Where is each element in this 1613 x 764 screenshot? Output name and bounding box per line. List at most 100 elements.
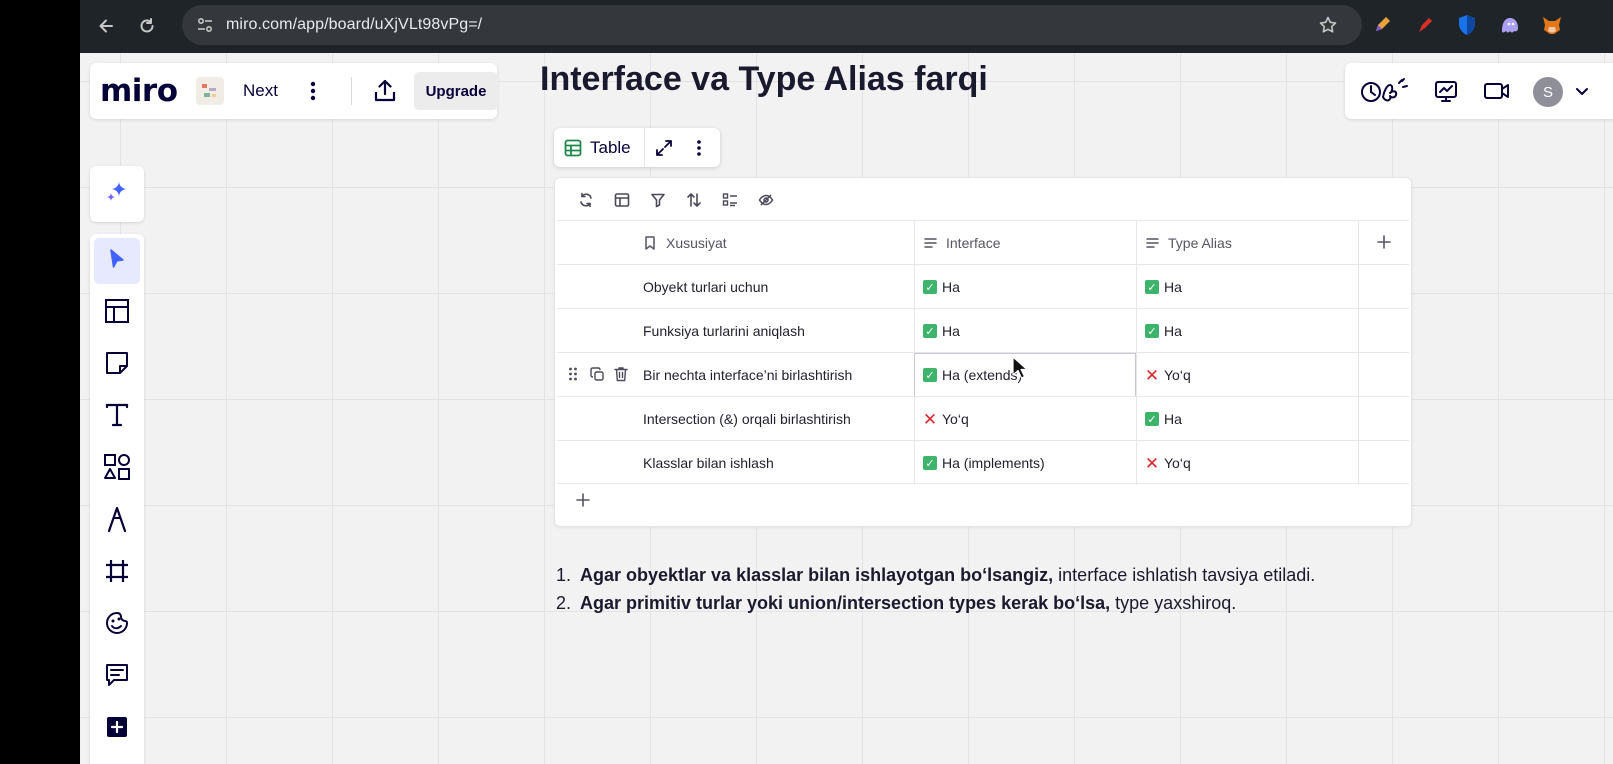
extension-pen-icon[interactable]	[1370, 13, 1394, 37]
bookmark-star-icon[interactable]	[1318, 15, 1338, 40]
type-alias-value: Ha	[1164, 279, 1182, 295]
export-upload-icon[interactable]	[369, 75, 401, 107]
table-layout-icon[interactable]	[609, 187, 635, 213]
reactions-icon[interactable]	[1359, 76, 1411, 106]
note-bold-text: Agar obyektlar va klasslar bilan ishlayo…	[580, 565, 1054, 585]
shapes-tool[interactable]	[94, 446, 140, 492]
back-button[interactable]	[92, 12, 120, 40]
hide-fields-icon[interactable]	[753, 187, 779, 213]
address-bar[interactable]: miro.com/app/board/uXjVLt98vPg=/	[182, 5, 1362, 45]
interface-value: Ha (implements)	[942, 455, 1045, 471]
row-type-alias-cell[interactable]: ✕ Yo‘q	[1136, 441, 1358, 485]
row-interface-cell[interactable]: ✕ Yo‘q	[914, 397, 1136, 441]
list-number: 2.	[556, 593, 572, 613]
table-row[interactable]: Klasslar bilan ishlash ✓ Ha (implements)…	[557, 440, 1409, 485]
row-type-alias-cell[interactable]: ✓ Ha	[1136, 309, 1358, 353]
board-canvas[interactable]: miro Next Upgrade S Interface va Type Al…	[80, 53, 1613, 764]
trash-icon[interactable]	[613, 365, 629, 383]
comment-tool[interactable]	[94, 654, 140, 700]
chip-divider	[644, 128, 645, 167]
row-property-cell[interactable]: Klasslar bilan ishlash	[643, 441, 913, 485]
miro-logo[interactable]: miro	[100, 73, 178, 109]
board-header-panel: miro Next Upgrade	[90, 63, 498, 119]
board-menu-icon[interactable]	[300, 77, 326, 105]
extension-shield-icon[interactable]	[1455, 13, 1479, 37]
collaboration-panel: S	[1345, 63, 1613, 119]
more-apps-tool[interactable]	[94, 706, 140, 752]
row-actions	[565, 365, 629, 383]
type-alias-value: Yo‘q	[1164, 367, 1191, 383]
duplicate-icon[interactable]	[589, 365, 605, 383]
extension-highlighter-icon[interactable]	[1413, 13, 1437, 37]
row-property-cell[interactable]: Intersection (&) orqali birlashtirish	[643, 397, 913, 441]
notes-list[interactable]: 1. Agar obyektlar va klasslar bilan ishla…	[556, 561, 1376, 617]
url-text: miro.com/app/board/uXjVLt98vPg=/	[226, 16, 483, 33]
text-field-icon	[923, 236, 937, 250]
plus-icon	[576, 492, 590, 512]
row-spacer-cell	[1358, 353, 1409, 397]
select-tool[interactable]	[94, 238, 140, 284]
templates-tool[interactable]	[94, 290, 140, 336]
filter-icon[interactable]	[645, 187, 671, 213]
page-title[interactable]: Interface va Type Alias farqi	[540, 60, 988, 99]
interface-value: Yo‘q	[942, 411, 969, 427]
bookmark-icon	[643, 236, 657, 250]
extension-ghost-icon[interactable]	[1498, 13, 1522, 37]
upgrade-button[interactable]: Upgrade	[414, 72, 498, 110]
check-mark-icon: ✓	[1145, 412, 1159, 426]
presentation-icon[interactable]	[1431, 76, 1461, 106]
sticky-note-tool[interactable]	[94, 342, 140, 388]
header-label-interface: Interface	[946, 235, 1001, 251]
table-grid-icon	[564, 139, 582, 157]
header-cell-property[interactable]: Xususiyat	[643, 221, 913, 265]
row-property-cell[interactable]: Funksiya turlarini aniqlash	[643, 309, 913, 353]
comment-icon	[104, 662, 130, 693]
type-alias-value: Ha	[1164, 411, 1182, 427]
ai-assist-button[interactable]	[90, 166, 144, 222]
row-type-alias-cell[interactable]: ✓ Ha	[1136, 265, 1358, 309]
table-row[interactable]: Funksiya turlarini aniqlash ✓ Ha ✓ Ha	[557, 308, 1409, 353]
site-settings-icon[interactable]	[196, 16, 214, 39]
row-type-alias-cell[interactable]: ✕ Yo‘q	[1136, 353, 1358, 397]
browser-toolbar: miro.com/app/board/uXjVLt98vPg=/	[80, 0, 1613, 53]
check-mark-icon: ✓	[923, 324, 937, 338]
table-row[interactable]: Intersection (&) orqali birlashtirish ✕ …	[557, 396, 1409, 441]
sort-icon[interactable]	[681, 187, 707, 213]
row-interface-cell[interactable]: ✓ Ha (implements)	[914, 441, 1136, 485]
row-interface-cell[interactable]: ✓ Ha	[914, 309, 1136, 353]
layout-template-icon	[104, 298, 130, 329]
table-context-menu: Table	[554, 128, 720, 167]
board-thumbnail-icon[interactable]	[196, 77, 224, 105]
stickers-tool[interactable]	[94, 602, 140, 648]
expand-icon[interactable]	[650, 134, 678, 162]
row-type-alias-cell[interactable]: ✓ Ha	[1136, 397, 1358, 441]
row-interface-cell[interactable]: ✓ Ha	[914, 265, 1136, 309]
reload-button[interactable]	[133, 12, 161, 40]
frame-tool[interactable]	[94, 550, 140, 596]
check-mark-icon: ✓	[1145, 280, 1159, 294]
chevron-down-icon[interactable]	[1567, 76, 1597, 106]
mouse-pointer-icon	[1012, 356, 1028, 380]
type-alias-value: Ha	[1164, 323, 1182, 339]
table-row[interactable]: Obyekt turlari uchun ✓ Ha ✓ Ha	[557, 264, 1409, 309]
group-icon[interactable]	[717, 187, 743, 213]
comparison-table[interactable]: Xususiyat Interface Type Alias Obyekt tu…	[554, 177, 1412, 527]
table-row[interactable]: Bir nechta interface’ni birlashtirish ✓ …	[557, 352, 1409, 397]
table-type-button[interactable]: Table	[554, 128, 644, 167]
add-column-button[interactable]	[1358, 221, 1409, 265]
list-item: 2. Agar primitiv turlar yoki union/inters…	[556, 589, 1376, 617]
add-row-button[interactable]	[573, 492, 593, 512]
extension-fox-icon[interactable]	[1540, 13, 1564, 37]
video-call-icon[interactable]	[1482, 76, 1512, 106]
header-cell-type-alias[interactable]: Type Alias	[1136, 221, 1358, 265]
board-name[interactable]: Next	[243, 81, 278, 101]
row-property-cell[interactable]: Bir nechta interface’ni birlashtirish	[643, 353, 913, 397]
table-more-icon[interactable]	[685, 134, 713, 162]
user-avatar[interactable]: S	[1533, 77, 1563, 107]
sync-icon[interactable]	[573, 187, 599, 213]
text-tool[interactable]	[94, 394, 140, 440]
pen-tool[interactable]	[94, 498, 140, 544]
header-cell-interface[interactable]: Interface	[914, 221, 1136, 265]
row-property-cell[interactable]: Obyekt turlari uchun	[643, 265, 913, 309]
drag-handle-icon[interactable]	[565, 365, 581, 383]
